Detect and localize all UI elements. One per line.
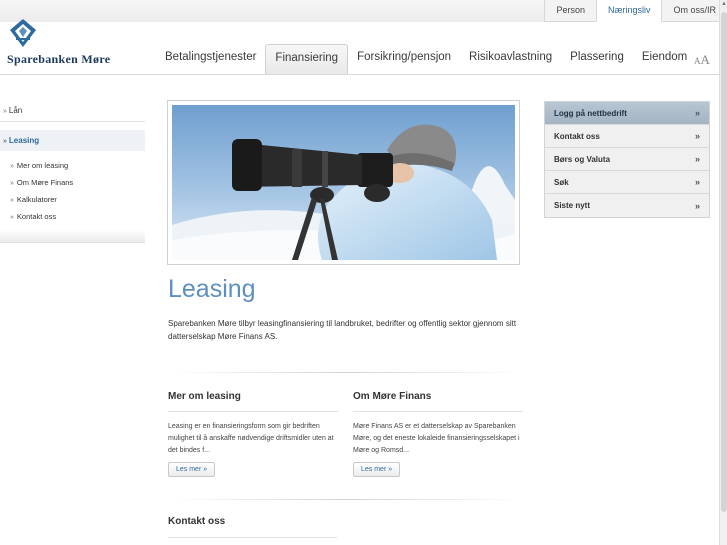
section-divider [168, 499, 523, 500]
card-rule [168, 411, 338, 412]
sidebar-subitem-kalkulatorer[interactable]: » Kalkulatorer [0, 191, 145, 208]
arrow-icon: » [10, 214, 14, 221]
nav-betalingstjenester[interactable]: Betalingstjenester [156, 44, 265, 74]
card-rule [353, 411, 523, 412]
top-bar: Person Næringsliv Om oss/IR [0, 0, 727, 22]
sidebar-subitem-kontakt-oss[interactable]: » Kontakt oss [0, 208, 145, 225]
nav-risikoavlastning[interactable]: Risikoavlastning [460, 44, 561, 74]
nav-plassering[interactable]: Plassering [561, 44, 633, 74]
header-divider [0, 74, 727, 75]
section-divider [168, 372, 523, 373]
font-size-icon[interactable]: AA [694, 51, 710, 69]
contact-rule [168, 537, 337, 538]
quick-link-bors-og-valuta[interactable]: Børs og Valuta» [545, 148, 709, 171]
vertical-scrollbar[interactable]: ▲ [719, 0, 727, 545]
contact-heading[interactable]: Kontakt oss [168, 516, 225, 527]
read-more-button[interactable]: Les mer » [168, 462, 216, 477]
sidebar-footer [0, 229, 145, 243]
sidebar-item-leasing[interactable]: » Leasing [0, 130, 145, 151]
quick-link-siste-nytt[interactable]: Siste nytt» [545, 194, 709, 217]
sidebar: » Lån » Leasing » Mer om leasing » Om Møre F… [0, 102, 145, 243]
arrow-icon: » [10, 180, 14, 187]
chevron-right-icon: » [694, 108, 700, 118]
card-om-more-finans: Om Møre Finans Møre Finans AS er et datt… [353, 391, 523, 477]
main-nav: Betalingstjenester Finansiering Forsikri… [156, 44, 696, 74]
logo-icon[interactable] [7, 17, 39, 49]
nav-eiendom[interactable]: Eiendom [633, 44, 696, 74]
arrow-icon: » [10, 197, 14, 204]
top-link-naeringsliv[interactable]: Næringsliv [595, 0, 662, 22]
sidebar-subitem-om-more-finans[interactable]: » Om Møre Finans [0, 174, 145, 191]
hero-image [167, 100, 520, 265]
chevron-right-icon: » [694, 200, 700, 211]
quick-link-kontakt-oss[interactable]: Kontakt oss» [545, 125, 709, 148]
chevron-right-icon: » [694, 177, 700, 187]
arrow-icon: » [10, 163, 14, 170]
quick-link-sok[interactable]: Søk» [545, 171, 709, 194]
chevron-right-icon: » [694, 154, 700, 164]
nav-finansiering[interactable]: Finansiering [265, 44, 349, 74]
top-link-om-oss[interactable]: Om oss/IR [661, 0, 727, 22]
read-more-button[interactable]: Les mer » [353, 462, 401, 477]
card-text: Møre Finans AS er et datterselskap av Sp… [353, 423, 520, 454]
card-text: Leasing er en finansieringsform som gir … [168, 423, 334, 454]
sidebar-item-lan[interactable]: » Lån [0, 102, 145, 122]
brand-name[interactable]: Sparebanken Møre [7, 52, 110, 67]
quick-link-logg-pa-nettbedrift[interactable]: Logg på nettbedrift» [545, 102, 709, 125]
nav-forsikring-pensjon[interactable]: Forsikring/pensjon [348, 44, 460, 74]
audience-switcher: Person Næringsliv Om oss/IR [544, 0, 727, 22]
page-title: Leasing [168, 275, 256, 303]
quick-links-panel: Logg på nettbedrift» Kontakt oss» Børs o… [544, 101, 710, 218]
sidebar-subitem-mer-om-leasing[interactable]: » Mer om leasing [0, 157, 145, 174]
chevron-right-icon: » [694, 131, 700, 141]
arrow-icon: » [3, 138, 7, 145]
scroll-up-icon[interactable]: ▲ [720, 0, 727, 9]
top-link-person[interactable]: Person [544, 0, 596, 22]
card-mer-om-leasing: Mer om leasing Leasing er en finansierin… [168, 391, 338, 477]
arrow-icon: » [3, 108, 7, 115]
scroll-thumb[interactable] [721, 12, 727, 512]
card-heading[interactable]: Mer om leasing [168, 391, 338, 402]
card-heading[interactable]: Om Møre Finans [353, 391, 523, 402]
intro-text: Sparebanken Møre tilbyr leasingfinansier… [168, 319, 517, 341]
